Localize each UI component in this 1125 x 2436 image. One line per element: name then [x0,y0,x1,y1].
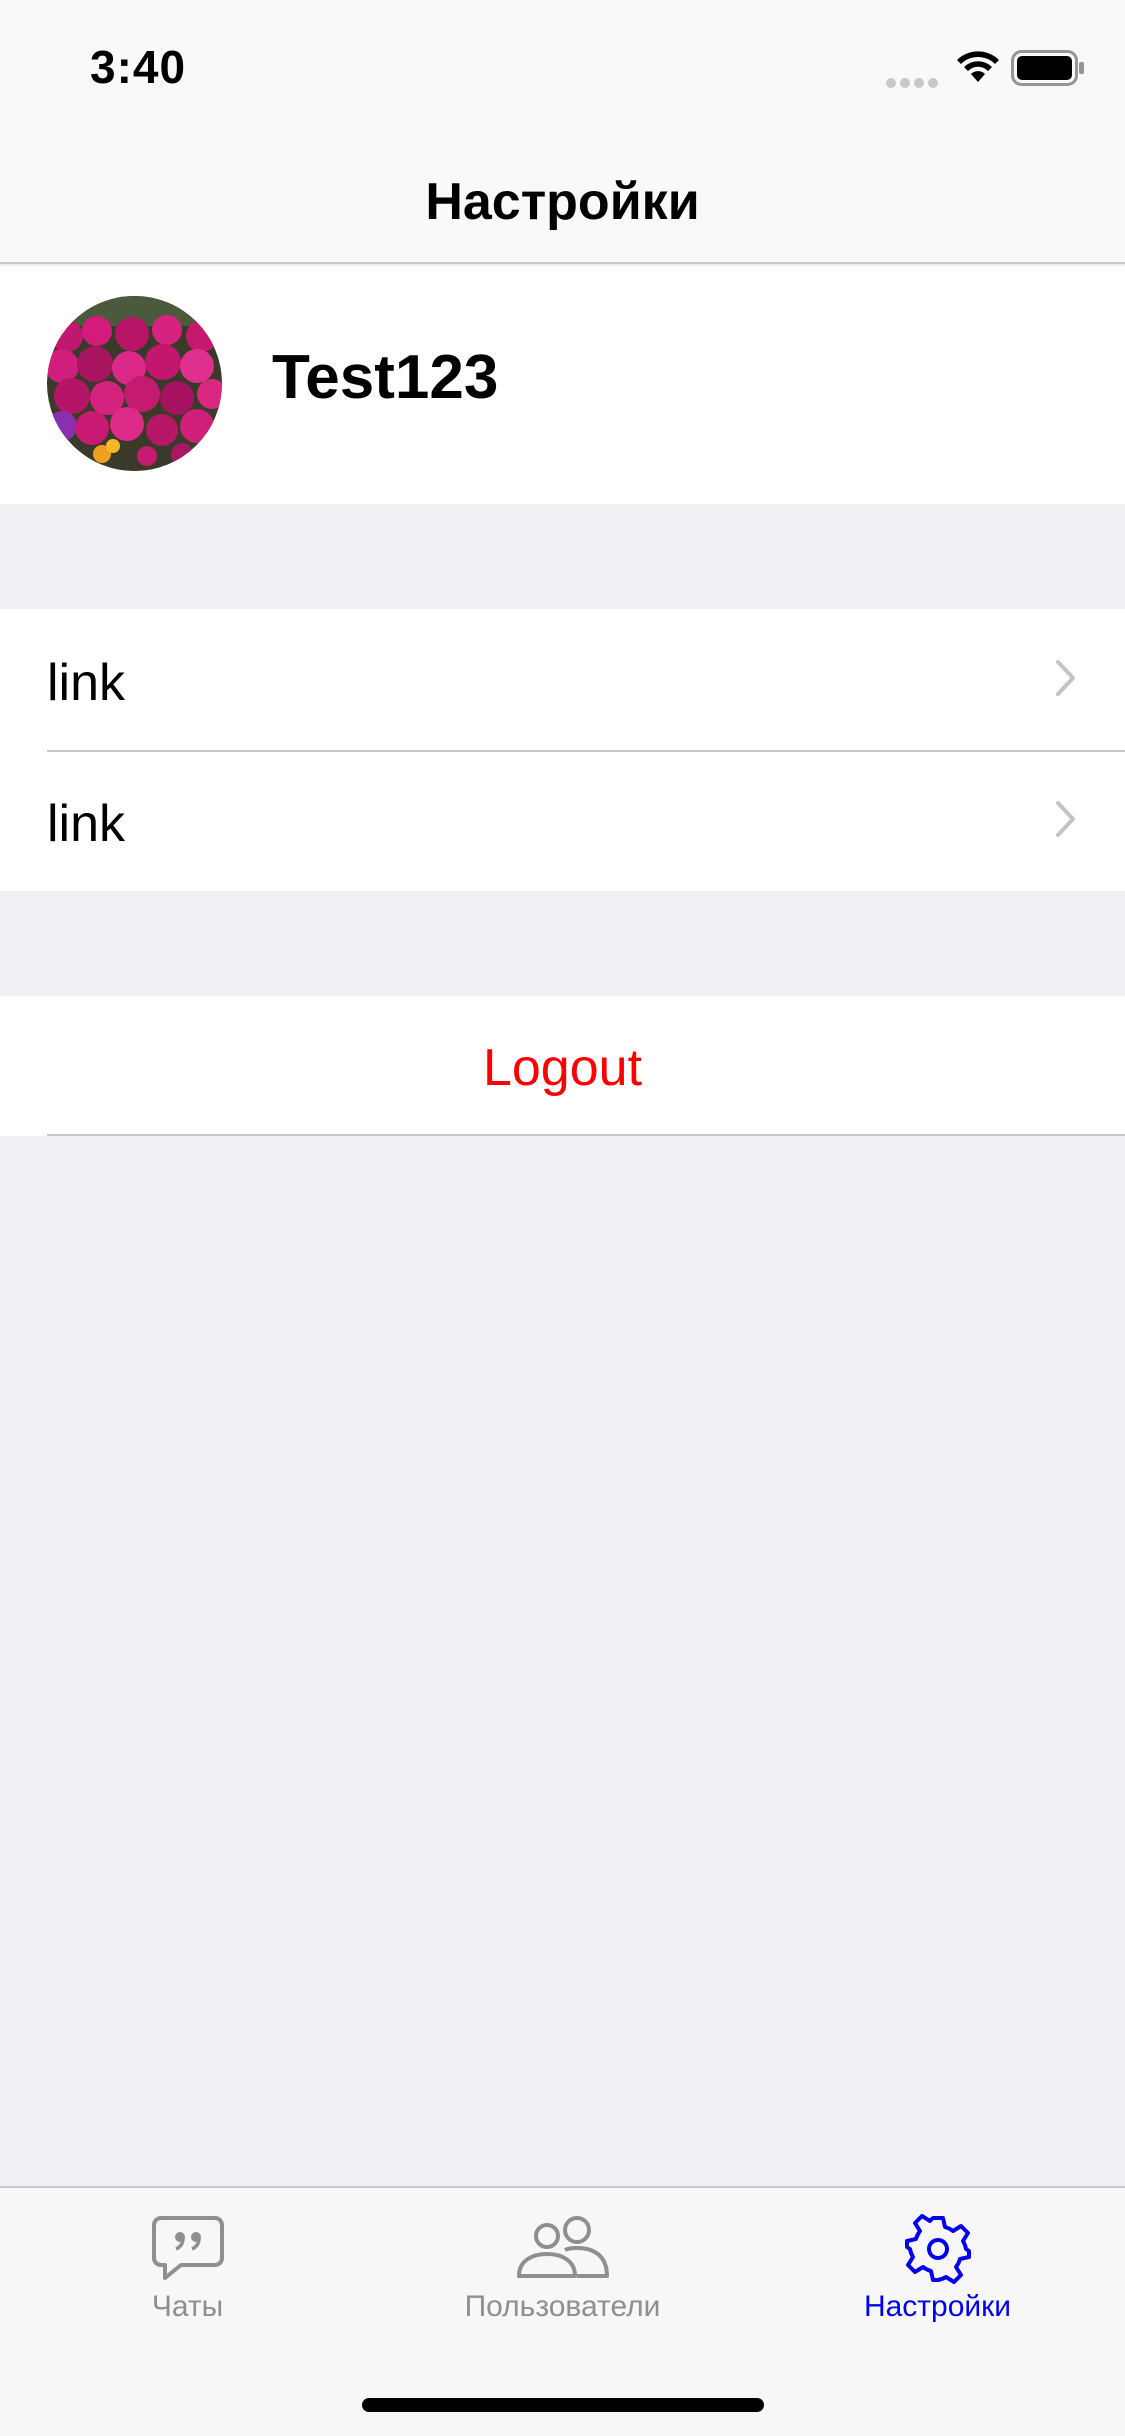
users-icon [516,2216,609,2278]
tab-label: Настройки [863,2290,1012,2323]
tab-label: Пользователи [464,2290,661,2323]
chat-quote-icon [151,2216,224,2280]
tab-users[interactable]: Пользователи [375,2214,750,2344]
avatar-photo [47,296,222,471]
home-indicator[interactable] [362,2398,764,2412]
logout-label: Logout [482,1039,643,1097]
battery-icon [1011,50,1084,86]
link-label: link [47,654,126,712]
chevron-right-icon [1056,660,1075,696]
link-row[interactable]: link [0,750,1125,891]
links-group: link link [0,609,1125,891]
page-title: Настройки [425,173,700,231]
avatar[interactable] [47,296,222,471]
status-time: 3:40 [90,41,187,93]
wifi-icon [957,51,999,82]
link-label: link [47,795,126,853]
status-bar: 3:40 [0,0,1125,132]
navigation-bar: Настройки [0,132,1125,264]
tab-label: Чаты [151,2290,224,2323]
chevron-right-icon [1056,801,1075,837]
tab-settings[interactable]: Настройки [750,2214,1125,2344]
profile-name: Test123 [272,343,499,412]
link-row[interactable]: link [0,609,1125,750]
logout-button[interactable]: Logout [0,996,1125,1136]
signal-icon [886,78,938,88]
profile-cell[interactable]: Test123 [0,266,1125,504]
tab-chats[interactable]: Чаты [0,2214,375,2344]
divider [47,1134,1125,1136]
gear-icon [904,2214,971,2284]
